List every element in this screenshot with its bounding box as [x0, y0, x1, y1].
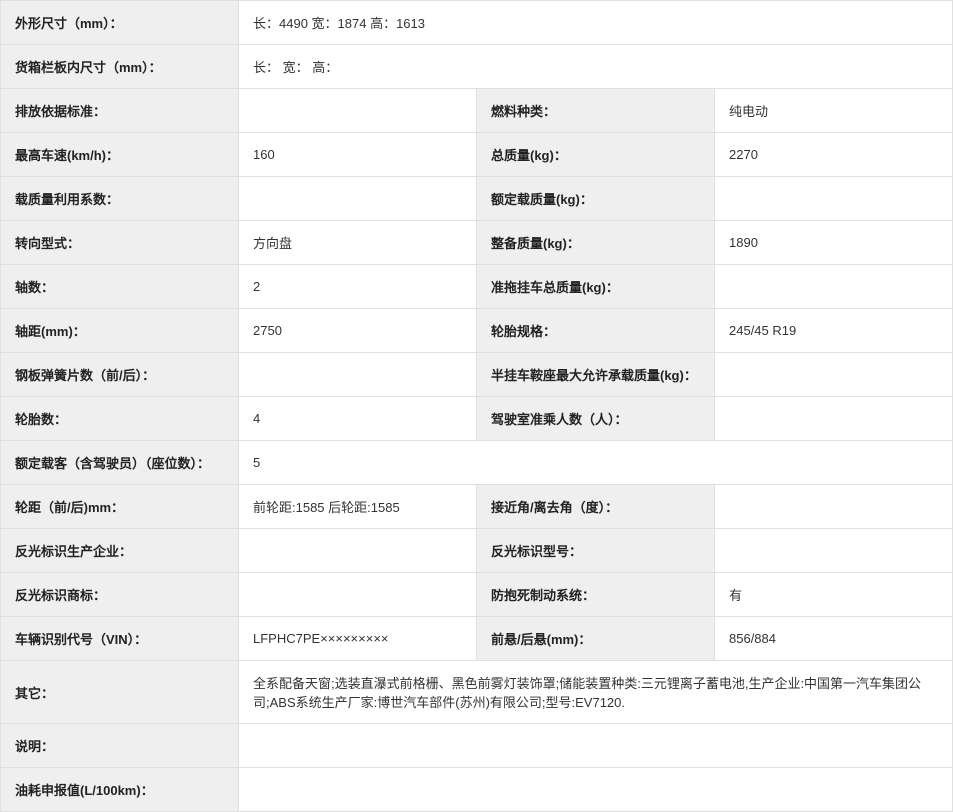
- row-leafspring-saddle: 钢板弹簧片数（前/后）： 半挂车鞍座最大允许承载质量(kg)：: [1, 353, 953, 397]
- value-leaf-spring: [239, 353, 477, 397]
- row-fuel-consumption: 油耗申报值(L/100km)：: [1, 768, 953, 812]
- label-trailer-mass: 准拖挂车总质量(kg)：: [477, 265, 715, 309]
- label-track: 轮距（前/后)mm：: [1, 485, 239, 529]
- value-other: 全系配备天窗;选装直瀑式前格栅、黑色前雾灯装饰罩;储能装置种类:三元锂离子蓄电池…: [239, 661, 953, 724]
- value-trailer-mass: [715, 265, 953, 309]
- label-tire-spec: 轮胎规格：: [477, 309, 715, 353]
- label-leaf-spring: 钢板弹簧片数（前/后）：: [1, 353, 239, 397]
- value-reflector-mfr: [239, 529, 477, 573]
- value-steering: 方向盘: [239, 221, 477, 265]
- label-vin: 车辆识别代号（VIN）：: [1, 617, 239, 661]
- label-cargo-inner: 货箱栏板内尺寸（mm）：: [1, 45, 239, 89]
- value-curb-mass: 1890: [715, 221, 953, 265]
- row-vin-overhang: 车辆识别代号（VIN）： LFPHC7PE××××××××× 前悬/后悬(mm)…: [1, 617, 953, 661]
- label-overhang: 前悬/后悬(mm)：: [477, 617, 715, 661]
- label-load-util: 载质量利用系数：: [1, 177, 239, 221]
- row-rated-passengers: 额定载客（含驾驶员）（座位数）： 5: [1, 441, 953, 485]
- value-emission: [239, 89, 477, 133]
- row-loadutil-ratedload: 载质量利用系数： 额定载质量(kg)：: [1, 177, 953, 221]
- value-load-util: [239, 177, 477, 221]
- row-reflector-brand-abs: 反光标识商标： 防抱死制动系统： 有: [1, 573, 953, 617]
- vehicle-specs-table: 外形尺寸（mm）： 长：4490 宽：1874 高：1613 货箱栏板内尺寸（m…: [0, 0, 953, 812]
- row-wheelbase-tirespec: 轴距(mm)： 2750 轮胎规格： 245/45 R19: [1, 309, 953, 353]
- label-reflector-mfr: 反光标识生产企业：: [1, 529, 239, 573]
- label-fuel-type: 燃料种类：: [477, 89, 715, 133]
- row-emission-fuel: 排放依据标准： 燃料种类： 纯电动: [1, 89, 953, 133]
- value-max-speed: 160: [239, 133, 477, 177]
- value-tire-spec: 245/45 R19: [715, 309, 953, 353]
- label-other: 其它：: [1, 661, 239, 724]
- label-dimensions: 外形尺寸（mm）：: [1, 1, 239, 45]
- label-rated-passengers: 额定载客（含驾驶员）（座位数）：: [1, 441, 239, 485]
- label-curb-mass: 整备质量(kg)：: [477, 221, 715, 265]
- value-wheelbase: 2750: [239, 309, 477, 353]
- row-reflector-mfr-model: 反光标识生产企业： 反光标识型号：: [1, 529, 953, 573]
- value-fuel-consumption: [239, 768, 953, 812]
- row-axles-trailer: 轴数： 2 准拖挂车总质量(kg)：: [1, 265, 953, 309]
- value-reflector-model: [715, 529, 953, 573]
- value-rated-passengers: 5: [239, 441, 953, 485]
- value-abs: 有: [715, 573, 953, 617]
- label-reflector-model: 反光标识型号：: [477, 529, 715, 573]
- value-total-mass: 2270: [715, 133, 953, 177]
- row-tirecount-cab: 轮胎数： 4 驾驶室准乘人数（人）：: [1, 397, 953, 441]
- value-approach: [715, 485, 953, 529]
- label-tire-count: 轮胎数：: [1, 397, 239, 441]
- value-vin: LFPHC7PE×××××××××: [239, 617, 477, 661]
- value-saddle-load: [715, 353, 953, 397]
- row-steering-curb: 转向型式： 方向盘 整备质量(kg)： 1890: [1, 221, 953, 265]
- value-cab-capacity: [715, 397, 953, 441]
- label-steering: 转向型式：: [1, 221, 239, 265]
- label-description: 说明：: [1, 724, 239, 768]
- label-rated-load: 额定载质量(kg)：: [477, 177, 715, 221]
- label-max-speed: 最高车速(km/h)：: [1, 133, 239, 177]
- value-cargo-inner: 长： 宽： 高：: [239, 45, 953, 89]
- row-track-approach: 轮距（前/后)mm： 前轮距:1585 后轮距:1585 接近角/离去角（度）：: [1, 485, 953, 529]
- value-rated-load: [715, 177, 953, 221]
- label-cab-capacity: 驾驶室准乘人数（人）：: [477, 397, 715, 441]
- label-reflector-brand: 反光标识商标：: [1, 573, 239, 617]
- value-track: 前轮距:1585 后轮距:1585: [239, 485, 477, 529]
- value-tire-count: 4: [239, 397, 477, 441]
- label-saddle-load: 半挂车鞍座最大允许承载质量(kg)：: [477, 353, 715, 397]
- value-description: [239, 724, 953, 768]
- label-emission: 排放依据标准：: [1, 89, 239, 133]
- value-axles: 2: [239, 265, 477, 309]
- row-speed-mass: 最高车速(km/h)： 160 总质量(kg)： 2270: [1, 133, 953, 177]
- label-total-mass: 总质量(kg)：: [477, 133, 715, 177]
- value-overhang: 856/884: [715, 617, 953, 661]
- row-cargo-inner: 货箱栏板内尺寸（mm）： 长： 宽： 高：: [1, 45, 953, 89]
- value-dimensions: 长：4490 宽：1874 高：1613: [239, 1, 953, 45]
- value-reflector-brand: [239, 573, 477, 617]
- row-description: 说明：: [1, 724, 953, 768]
- label-approach: 接近角/离去角（度）：: [477, 485, 715, 529]
- label-wheelbase: 轴距(mm)：: [1, 309, 239, 353]
- label-fuel-consumption: 油耗申报值(L/100km)：: [1, 768, 239, 812]
- row-dimensions: 外形尺寸（mm）： 长：4490 宽：1874 高：1613: [1, 1, 953, 45]
- row-other: 其它： 全系配备天窗;选装直瀑式前格栅、黑色前雾灯装饰罩;储能装置种类:三元锂离…: [1, 661, 953, 724]
- label-abs: 防抱死制动系统：: [477, 573, 715, 617]
- value-fuel-type: 纯电动: [715, 89, 953, 133]
- label-axles: 轴数：: [1, 265, 239, 309]
